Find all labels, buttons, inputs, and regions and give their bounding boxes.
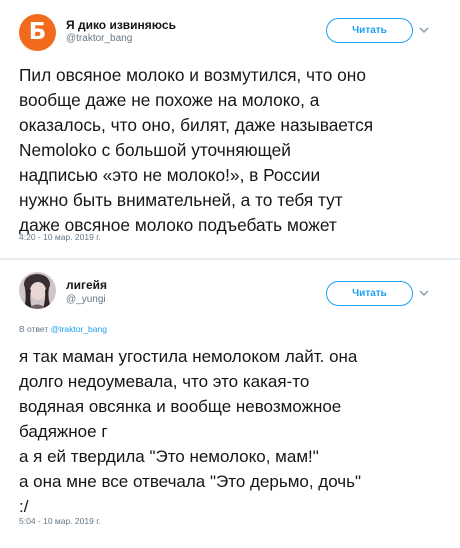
- tweet-card: лигейя @_yungi Читать В ответ @traktor_b…: [0, 260, 460, 548]
- author-display-name[interactable]: лигейя: [66, 278, 107, 292]
- author-display-name[interactable]: Я дико извиняюсь: [66, 18, 176, 32]
- reply-prefix: В ответ: [19, 324, 49, 334]
- user-photo-icon: [19, 272, 56, 309]
- chevron-down-icon[interactable]: [417, 24, 431, 36]
- follow-button[interactable]: Читать: [326, 281, 413, 306]
- chevron-down-icon[interactable]: [417, 287, 431, 299]
- author-handle[interactable]: @traktor_bang: [66, 33, 132, 44]
- tweet-timestamp[interactable]: 5:04 - 10 мар. 2019 г.: [19, 516, 101, 526]
- avatar-letter: Б: [28, 19, 47, 45]
- author-avatar[interactable]: Б: [19, 14, 56, 51]
- tweet-timestamp[interactable]: 4:20 - 10 мар. 2019 г.: [19, 232, 101, 242]
- reply-mention-link[interactable]: @traktor_bang: [51, 324, 107, 334]
- author-avatar[interactable]: [19, 272, 56, 309]
- tweet-text: Пил овсяное молоко и возмутился, что оно…: [19, 65, 374, 235]
- author-handle[interactable]: @_yungi: [66, 294, 106, 305]
- tweet-text: я так маман угостила немолоком лайт. она…: [19, 347, 362, 516]
- follow-button[interactable]: Читать: [326, 18, 413, 43]
- reply-context: В ответ @traktor_bang: [19, 324, 107, 334]
- tweet-card: Б Я дико извиняюсь @traktor_bang Читать …: [0, 0, 460, 258]
